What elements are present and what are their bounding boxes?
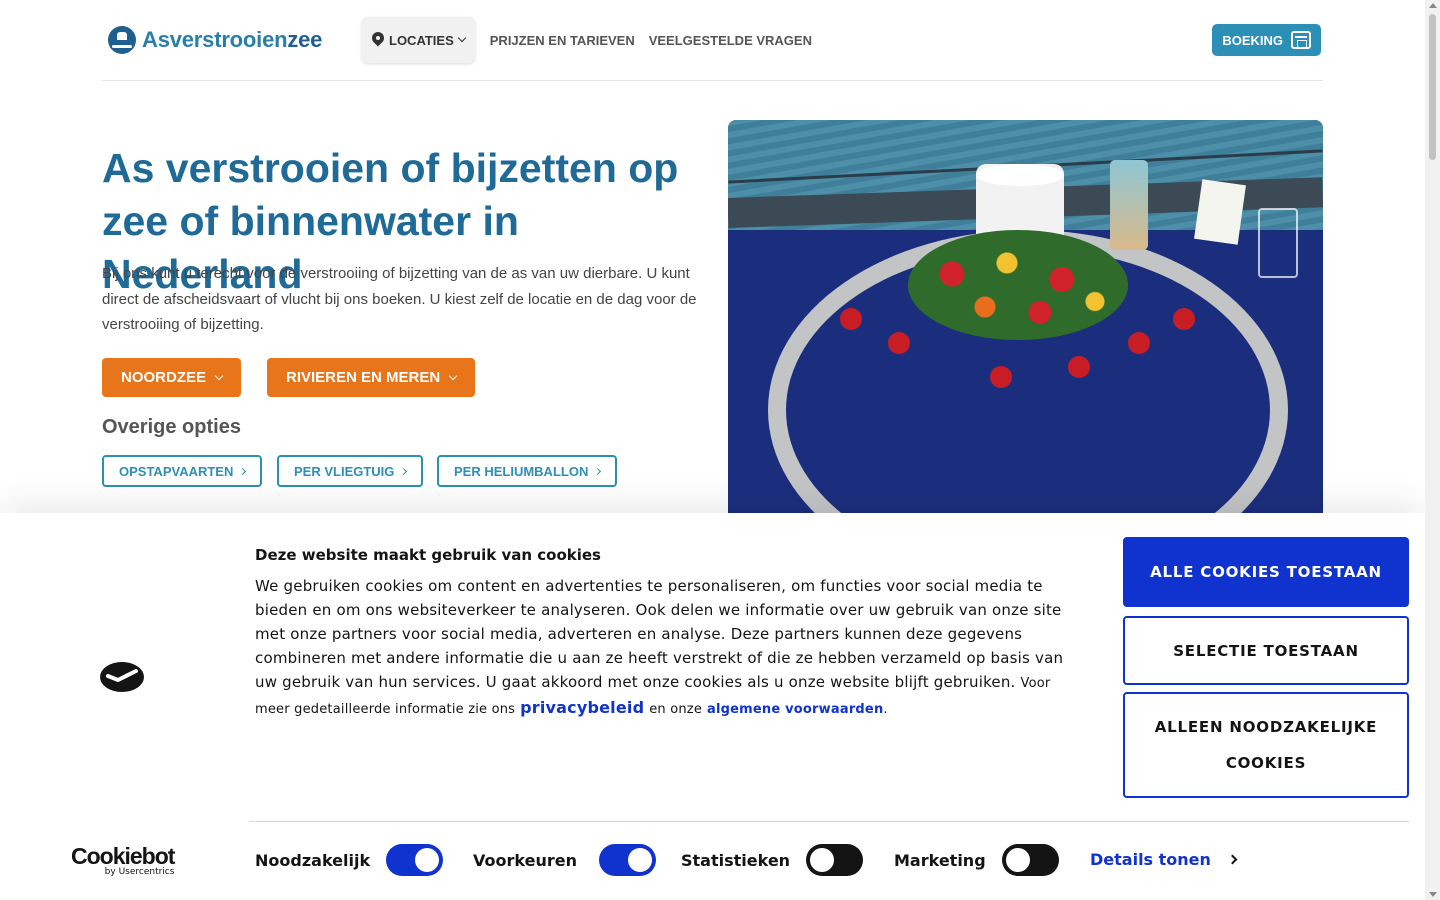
scroll-down-icon[interactable] xyxy=(1429,892,1437,897)
nav-item-prijzen[interactable]: PRIJZEN EN TARIEVEN xyxy=(483,17,642,63)
button-label: NOORDZEE xyxy=(121,369,207,386)
opstapvaarten-button[interactable]: OPSTAPVAARTEN xyxy=(102,455,263,487)
chevron-right-icon xyxy=(1227,854,1238,865)
cookiebot-name: Cookiebot xyxy=(71,843,175,869)
heliumballon-button[interactable]: PER HELIUMBALLON xyxy=(437,455,618,487)
main-nav: LOCATIES PRIJZEN EN TARIEVEN VEELGESTELD… xyxy=(362,17,819,63)
hero-photo xyxy=(728,120,1323,520)
logo-mark-icon xyxy=(108,26,136,54)
details-label: Details tonen xyxy=(1090,850,1211,869)
cookie-body-text: We gebruiken cookies om content en adver… xyxy=(255,577,1064,691)
cookie-title: Deze website maakt gebruik van cookies xyxy=(255,546,601,564)
details-toggle-link[interactable]: Details tonen xyxy=(1090,850,1238,869)
rivieren-meren-button[interactable]: RIVIEREN EN MEREN xyxy=(267,358,476,397)
cookie-banner: Deze website maakt gebruik van cookies W… xyxy=(0,513,1425,900)
button-label: OPSTAPVAARTEN xyxy=(119,463,234,479)
toggle-label: Marketing xyxy=(894,850,986,870)
more-info-suffix: . xyxy=(883,702,888,717)
booking-label: BOEKING xyxy=(1222,32,1283,48)
other-options-title: Overige opties xyxy=(102,416,241,438)
vliegtuig-button[interactable]: PER VLIEGTUIG xyxy=(277,455,424,487)
toggle-statistieken: Statistieken xyxy=(681,844,864,876)
statistieken-switch[interactable] xyxy=(806,844,864,876)
voorkeuren-switch[interactable] xyxy=(598,844,656,876)
toggle-marketing: Marketing xyxy=(894,844,1059,876)
marketing-switch[interactable] xyxy=(1001,844,1059,876)
cookiebot-logo[interactable]: Cookiebot by Usercentrics xyxy=(71,843,175,878)
flower-wreath-image xyxy=(908,230,1128,340)
necessary-only-button[interactable]: ALLEEN NOODZAKELIJKE COOKIES xyxy=(1123,692,1409,798)
chevron-down-icon xyxy=(214,371,224,380)
divider xyxy=(249,821,1409,822)
cookie-text: We gebruiken cookies om content en adver… xyxy=(255,574,1085,722)
toggle-noodzakelijk: Noodzakelijk xyxy=(255,844,444,876)
button-label: PER VLIEGTUIG xyxy=(294,463,395,479)
nav-label: PRIJZEN EN TARIEVEN xyxy=(489,32,635,48)
privacy-link[interactable]: privacybeleid xyxy=(520,698,644,717)
allow-all-cookies-button[interactable]: ALLE COOKIES TOESTAAN xyxy=(1123,537,1409,607)
button-label: PER HELIUMBALLON xyxy=(454,463,589,479)
chevron-down-icon xyxy=(457,33,467,43)
logo-text: Asverstrooienzee xyxy=(142,27,323,52)
toggle-label: Voorkeuren xyxy=(473,850,577,870)
chevron-right-icon xyxy=(594,467,602,475)
toggle-label: Noodzakelijk xyxy=(255,850,371,870)
hero-text: Bij ons kunt u terecht voor de verstrooi… xyxy=(102,265,697,333)
chevron-right-icon xyxy=(239,467,247,475)
page-scrollbar[interactable] xyxy=(1425,0,1440,900)
nav-label: VEELGESTELDE VRAGEN xyxy=(648,32,812,48)
nav-item-faq[interactable]: VEELGESTELDE VRAGEN xyxy=(642,17,819,63)
nav-item-locaties[interactable]: LOCATIES xyxy=(362,17,475,63)
booking-button[interactable]: BOEKING xyxy=(1212,24,1321,56)
scroll-thumb[interactable] xyxy=(1429,14,1436,160)
map-pin-icon xyxy=(372,32,384,48)
chevron-right-icon xyxy=(400,467,408,475)
toggle-label: Statistieken xyxy=(681,850,791,870)
noodzakelijk-switch[interactable] xyxy=(386,844,444,876)
calendar-icon xyxy=(1291,31,1311,49)
button-label: RIVIEREN EN MEREN xyxy=(286,369,441,386)
site-header: Asverstrooienzee LOCATIES PRIJZEN EN TAR… xyxy=(102,0,1323,81)
more-info-middle: en onze xyxy=(649,702,703,717)
toggle-voorkeuren: Voorkeuren xyxy=(473,844,656,876)
nav-label: LOCATIES xyxy=(389,32,454,48)
terms-link[interactable]: algemene voorwaarden xyxy=(707,702,883,717)
scroll-up-icon[interactable] xyxy=(1429,3,1437,8)
noordzee-button[interactable]: NOORDZEE xyxy=(102,358,242,397)
chevron-down-icon xyxy=(448,371,458,380)
site-logo[interactable]: Asverstrooienzee xyxy=(108,26,322,54)
cookie-consent-icon xyxy=(100,662,144,692)
allow-selection-button[interactable]: SELECTIE TOESTAAN xyxy=(1123,616,1409,685)
